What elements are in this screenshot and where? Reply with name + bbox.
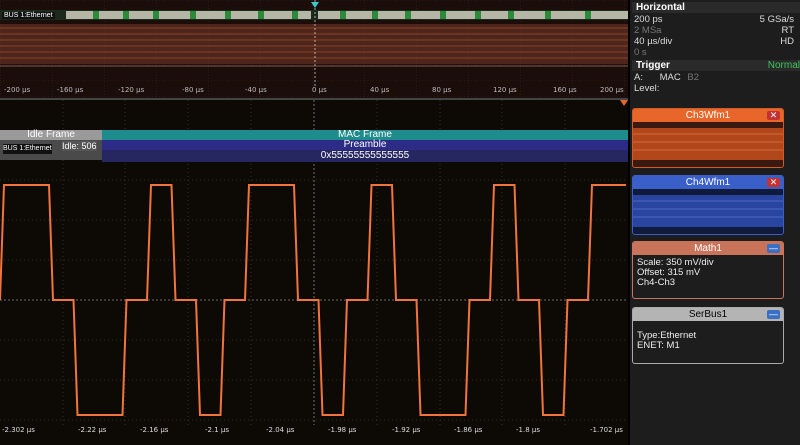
overview-tick: -200 µs <box>4 86 31 94</box>
idle-value-label: Idle: 506 <box>62 141 97 151</box>
horizontal-header[interactable]: Horizontal <box>632 2 800 13</box>
overview-pane[interactable]: BUS 1:Ethernet -200 µs -160 µs -120 µs -… <box>0 0 628 100</box>
trigger-source-prefix: A: <box>634 72 643 83</box>
time-tick: -2.22 µs <box>78 426 107 434</box>
time-tick: -2.1 µs <box>205 426 229 434</box>
overview-tick: -80 µs <box>182 86 204 94</box>
preamble-band[interactable]: Preamble <box>102 140 628 150</box>
time-tick: -1.98 µs <box>328 426 357 434</box>
math-title-bar[interactable]: Math1 — <box>633 242 783 255</box>
overview-tick: 120 µs <box>493 86 517 94</box>
ch4-title: Ch4Wfm1 <box>685 177 731 188</box>
time-tick: -1.92 µs <box>392 426 421 434</box>
time-tick: -2.302 µs <box>2 426 35 434</box>
minimize-icon[interactable]: — <box>767 310 780 319</box>
trigger-value: B2 <box>687 72 700 83</box>
trigger-source-row[interactable]: A: MAC B2 <box>634 73 794 83</box>
ch3-window[interactable]: Ch3Wfm1 ✕ <box>632 108 784 168</box>
acq-mode-value: RT <box>781 25 795 36</box>
overview-tick: 0 µs <box>312 86 327 94</box>
overview-tick: -160 µs <box>57 86 84 94</box>
trigger-source: MAC <box>659 72 681 83</box>
serbus-title: SerBus1 <box>688 309 728 320</box>
resolution-value: 200 ps <box>634 14 663 25</box>
ch3-title-bar[interactable]: Ch3Wfm1 ✕ <box>633 109 783 122</box>
math-title: Math1 <box>694 243 722 254</box>
overview-trace <box>0 0 628 98</box>
time-scale-value: 40 µs/div <box>634 36 673 47</box>
ch3-thumbnail <box>633 128 783 160</box>
serbus-enet: ENET: M1 <box>637 340 680 351</box>
close-icon[interactable]: ✕ <box>767 111 780 120</box>
overview-tick: 160 µs <box>553 86 577 94</box>
ch4-title-bar[interactable]: Ch4Wfm1 ✕ <box>633 176 783 189</box>
ch4-thumbnail <box>633 195 783 227</box>
close-icon[interactable]: ✕ <box>767 178 780 187</box>
ch3-title: Ch3Wfm1 <box>685 110 731 121</box>
math-expression: Ch4-Ch3 <box>637 277 676 288</box>
preamble-value-band[interactable]: 0x55555555555555 <box>102 150 628 162</box>
math-window[interactable]: Math1 — Scale: 350 mV/div Offset: 315 mV… <box>632 241 784 299</box>
horizontal-row-4[interactable]: 0 s <box>634 48 794 58</box>
preamble-value: 0x55555555555555 <box>320 150 410 161</box>
overview-tick: 80 µs <box>432 86 452 94</box>
idle-frame-band[interactable]: Idle Frame <box>0 130 102 140</box>
overview-tick: 40 µs <box>370 86 390 94</box>
horizontal-row-1[interactable]: 200 ps 5 GSa/s <box>634 15 794 25</box>
overview-tick: 200 µs <box>600 86 624 94</box>
horizontal-row-2[interactable]: 2 MSa RT <box>634 26 794 36</box>
time-tick: -2.16 µs <box>140 426 169 434</box>
trigger-mode: Normal <box>767 60 800 71</box>
time-tick: -2.04 µs <box>266 426 295 434</box>
minimize-icon[interactable]: — <box>767 244 780 253</box>
ch4-window[interactable]: Ch4Wfm1 ✕ <box>632 175 784 235</box>
record-length-value: 2 MSa <box>634 25 662 36</box>
hd-mode-value: HD <box>780 36 794 47</box>
time-tick: -1.702 µs <box>590 426 623 434</box>
horizontal-row-3[interactable]: 40 µs/div HD <box>634 37 794 47</box>
time-tick: -1.8 µs <box>516 426 540 434</box>
time-tick: -1.86 µs <box>454 426 483 434</box>
trigger-level-row[interactable]: Level: <box>634 84 794 94</box>
overview-bus-label: BUS 1:Ethernet <box>2 12 55 19</box>
idle-frame-label: Idle Frame <box>27 129 75 140</box>
sample-rate-value: 5 GSa/s <box>759 14 794 25</box>
trigger-header[interactable]: Trigger Normal <box>632 60 800 71</box>
decode-bus-label: BUS 1:Ethernet <box>3 144 52 154</box>
position-value: 0 s <box>634 47 647 58</box>
preamble-label: Preamble <box>343 139 387 150</box>
trigger-title: Trigger <box>636 60 670 71</box>
trigger-level-label: Level: <box>634 83 660 94</box>
overview-tick: -120 µs <box>118 86 145 94</box>
serbus-window[interactable]: SerBus1 — Type:Ethernet ENET: M1 <box>632 307 784 364</box>
serbus-title-bar[interactable]: SerBus1 — <box>633 308 783 321</box>
overview-tick: -40 µs <box>245 86 267 94</box>
